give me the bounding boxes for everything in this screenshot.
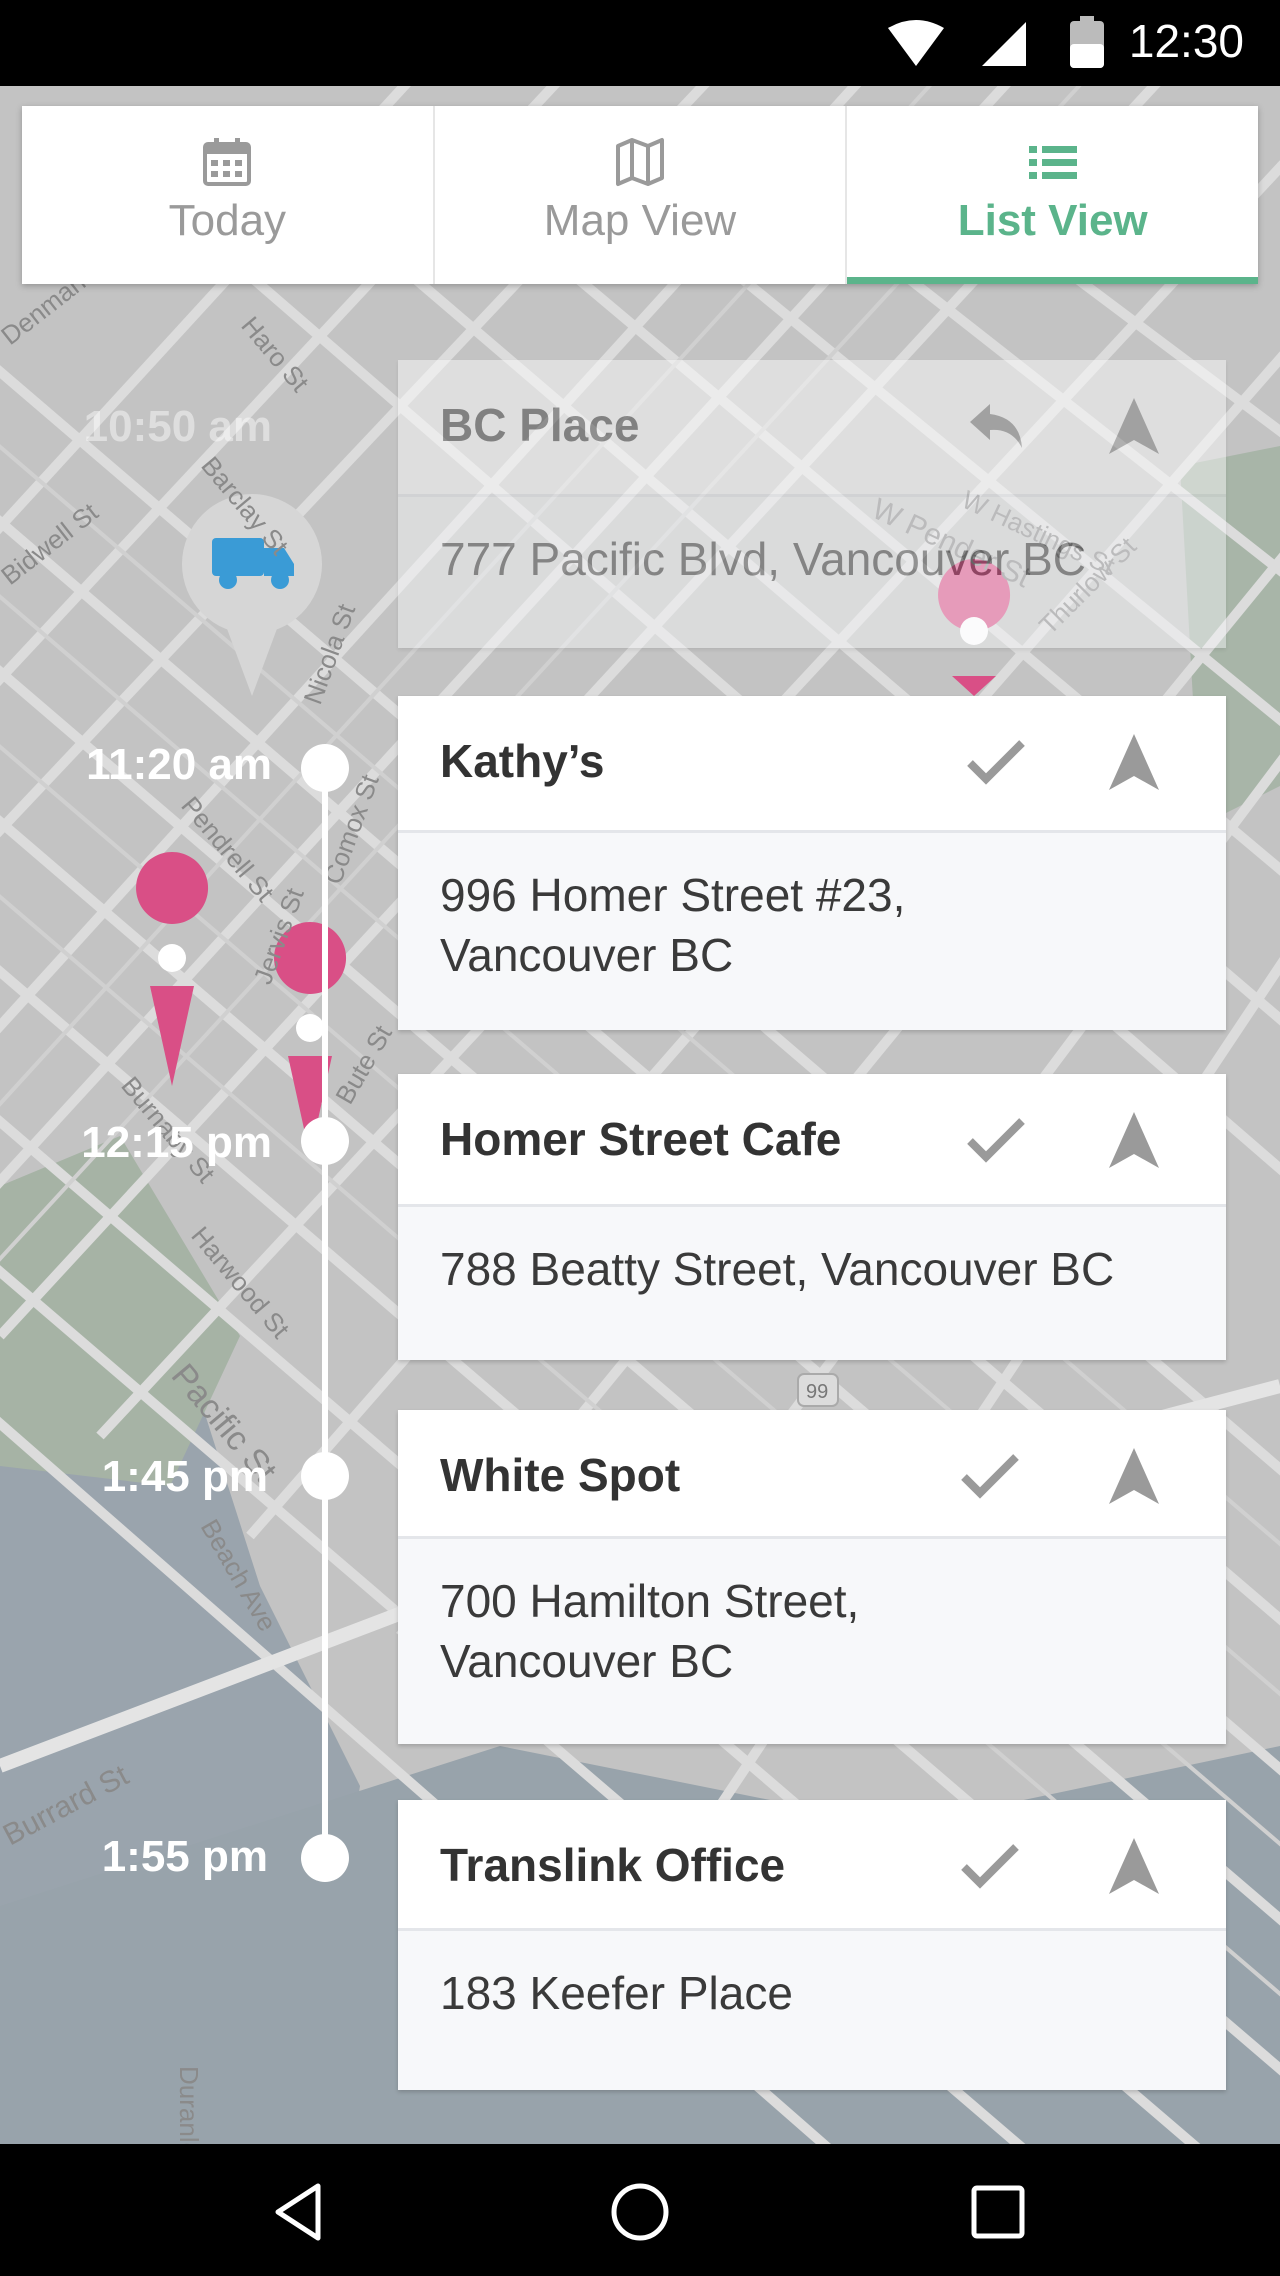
- navigate-button[interactable]: [1098, 726, 1170, 798]
- navigation-arrow-icon: [1109, 1838, 1159, 1894]
- tab-list-view[interactable]: List View: [847, 106, 1258, 284]
- stop-name: Kathy’s: [440, 735, 605, 787]
- stop-time: 11:20 am: [86, 740, 272, 789]
- check-in-button[interactable]: [954, 1830, 1026, 1902]
- check-icon: [967, 740, 1025, 785]
- check-in-button[interactable]: [960, 1104, 1032, 1176]
- stop-address: 777 Pacific Blvd, Vancouver BC: [440, 533, 1087, 585]
- back-icon[interactable]: [268, 2180, 332, 2244]
- stop-card-header: White Spot: [398, 1410, 1226, 1539]
- svg-text:99: 99: [806, 1381, 828, 1403]
- stop-card[interactable]: White Spot 700 Hamilton Street, Vancouve…: [398, 1410, 1226, 1744]
- navigate-button[interactable]: [1098, 1104, 1170, 1176]
- view-tabs: Today Map View List View: [22, 106, 1258, 284]
- stop-name: BC Place: [440, 399, 640, 451]
- navigate-button[interactable]: [1098, 390, 1170, 462]
- timeline-dot: [301, 1834, 349, 1882]
- tab-list-view-label: List View: [957, 196, 1148, 245]
- check-icon: [967, 1118, 1025, 1163]
- stop-address: 183 Keefer Place: [440, 1967, 793, 2019]
- stop-address: 788 Beatty Street, Vancouver BC: [440, 1243, 1115, 1295]
- tab-today[interactable]: Today: [22, 106, 435, 284]
- stop-address-line: Vancouver BC: [440, 1635, 734, 1687]
- timeline-line: [322, 768, 328, 1858]
- stop-card-header: BC Place: [398, 360, 1226, 497]
- stop-time: 10:50 am: [83, 402, 272, 451]
- navigation-arrow-icon: [1109, 734, 1159, 790]
- battery-icon: [1070, 16, 1104, 68]
- stop-time: 12:15 pm: [81, 1118, 272, 1167]
- status-time: 12:30: [1128, 15, 1244, 67]
- stop-card[interactable]: Kathy’s 996 Homer Street #23, Vancouver …: [398, 696, 1226, 1030]
- stop-card-header: Homer Street Cafe: [398, 1074, 1226, 1207]
- system-nav-bar: [0, 2144, 1280, 2276]
- stop-name: Homer Street Cafe: [440, 1113, 842, 1165]
- map-icon: [616, 138, 664, 186]
- navigate-button[interactable]: [1098, 1830, 1170, 1902]
- stop-address-line: 700 Hamilton Street,: [440, 1575, 860, 1627]
- tab-today-label: Today: [168, 196, 287, 245]
- signal-icon: [982, 22, 1026, 66]
- stop-address-line: Vancouver BC: [440, 929, 734, 981]
- stop-card[interactable]: Translink Office 183 Keefer Place: [398, 1800, 1226, 2090]
- check-icon: [961, 1454, 1019, 1499]
- stop-address-line: 996 Homer Street #23,: [440, 869, 906, 921]
- stop-time: 1:45 pm: [101, 1452, 268, 1501]
- recents-icon[interactable]: [966, 2180, 1030, 2244]
- stop-address: 700 Hamilton Street, Vancouver BC: [398, 1539, 1226, 1691]
- check-in-button[interactable]: [960, 726, 1032, 798]
- stop-card-header: Kathy’s: [398, 696, 1226, 833]
- timeline-dot: [301, 1117, 349, 1165]
- stop-name: Translink Office: [440, 1839, 786, 1891]
- navigation-arrow-icon: [1109, 398, 1159, 454]
- wifi-icon: [888, 20, 944, 66]
- stop-card[interactable]: BC Place 777 Pacific Blvd, Vancouver BC: [398, 360, 1226, 648]
- tab-map-view[interactable]: Map View: [435, 106, 848, 284]
- navigation-arrow-icon: [1109, 1448, 1159, 1504]
- stop-card[interactable]: Homer Street Cafe 788 Beatty Street, Van…: [398, 1074, 1226, 1360]
- undo-icon: [970, 404, 1022, 448]
- list-icon: [1028, 146, 1077, 179]
- navigate-button[interactable]: [1098, 1440, 1170, 1512]
- timeline-dot: [301, 744, 349, 792]
- tab-map-view-label: Map View: [543, 196, 737, 245]
- navigation-arrow-icon: [1109, 1112, 1159, 1168]
- stop-address: 996 Homer Street #23, Vancouver BC: [398, 833, 1226, 985]
- timeline-dot: [301, 1452, 349, 1500]
- stop-name: White Spot: [440, 1449, 681, 1501]
- stop-card-header: Translink Office: [398, 1800, 1226, 1931]
- undo-button[interactable]: [960, 390, 1032, 462]
- stop-time: 1:55 pm: [101, 1832, 268, 1881]
- check-icon: [961, 1844, 1019, 1889]
- calendar-icon: [203, 138, 252, 186]
- home-icon[interactable]: [608, 2180, 672, 2244]
- check-in-button[interactable]: [954, 1440, 1026, 1512]
- svg-text:Duranleau St: Duranleau St: [174, 2066, 204, 2144]
- status-bar: 12:30: [0, 0, 1280, 86]
